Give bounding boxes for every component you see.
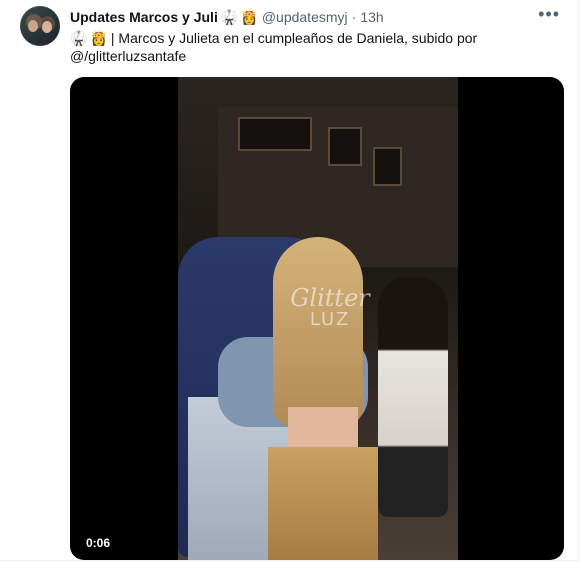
watermark-line1: Glitter	[290, 284, 370, 312]
more-dots-icon[interactable]: •••	[538, 4, 560, 25]
tweet-text: 🥋 👸 | Marcos y Julieta en el cumpleaños d…	[70, 29, 540, 65]
video-duration: 0:06	[80, 534, 117, 552]
author-emoji-1: 🥋	[220, 8, 239, 25]
blonde-hair	[273, 237, 363, 427]
avatar-face-left	[28, 20, 38, 32]
window	[328, 127, 362, 166]
avatar[interactable]	[20, 6, 60, 46]
video-player[interactable]: Glitter LUZ 0:06	[70, 77, 564, 560]
separator-dot: ·	[351, 9, 357, 25]
author-handle[interactable]: @updatesmyj	[262, 9, 348, 25]
tan-pants	[268, 447, 378, 560]
tweet-time[interactable]: 13h	[360, 9, 383, 25]
tweet-card[interactable]: Updates Marcos y Juli 🥋 👸 @updatesmyj · …	[0, 0, 579, 561]
avatar-face-right	[42, 21, 52, 33]
tweet-header: Updates Marcos y Juli 🥋 👸 @updatesmyj · …	[70, 8, 384, 26]
midriff	[288, 407, 358, 447]
text-emoji-1: 🥋	[70, 30, 88, 46]
text-emoji-2: 👸	[90, 30, 108, 46]
author-name[interactable]: Updates Marcos y Juli	[70, 9, 218, 25]
mention-link[interactable]: @/glitterluzsantafe	[70, 47, 540, 65]
watermark-logo: Glitter LUZ	[270, 284, 390, 331]
watermark-line2: LUZ	[309, 309, 351, 330]
window	[373, 147, 402, 186]
author-emoji-2: 👸	[240, 8, 259, 25]
tweet-text-line1: | Marcos y Julieta en el cumpleaños de D…	[110, 30, 478, 46]
window	[238, 117, 312, 151]
